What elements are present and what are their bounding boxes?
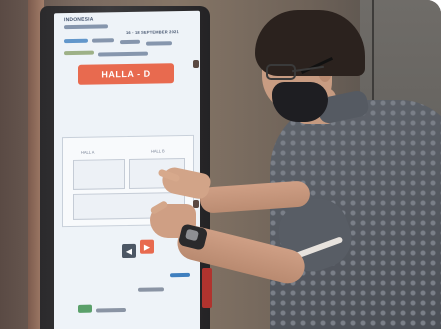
mount-hole (193, 200, 199, 208)
map-booth-block[interactable] (73, 159, 125, 190)
hall-select-button[interactable]: HALLA - D (78, 63, 174, 85)
sponsor-logo (146, 41, 172, 46)
screen-header: INDONESIA 16 - 18 SEPTEMBER 2021 (62, 15, 192, 61)
event-title: INDONESIA (64, 16, 94, 24)
arrow-left-icon[interactable]: ◀ (122, 243, 136, 259)
sponsor-logo (64, 38, 88, 44)
footer-logo (138, 287, 164, 292)
footer-logo (96, 308, 126, 313)
sponsor-logo (120, 39, 140, 45)
map-label-hall-a: HALL A (81, 149, 95, 155)
sponsor-logo (98, 51, 148, 57)
sponsor-logo (64, 50, 94, 56)
footer-logo (170, 272, 190, 278)
kiosk-photo: INDONESIA 16 - 18 SEPTEMBER 2021 HALLA -… (0, 0, 441, 329)
arrow-right-icon[interactable]: ▶ (140, 239, 154, 254)
map-label-hall-b: HALL B (151, 148, 165, 154)
face-mask (272, 82, 328, 122)
kiosk-accent (202, 268, 212, 308)
sponsor-logo (92, 38, 114, 43)
event-date: 16 - 18 SEPTEMBER 2021 (126, 29, 179, 36)
mount-hole (193, 60, 199, 68)
footer-logo (78, 304, 92, 313)
logo-strip (64, 24, 108, 30)
